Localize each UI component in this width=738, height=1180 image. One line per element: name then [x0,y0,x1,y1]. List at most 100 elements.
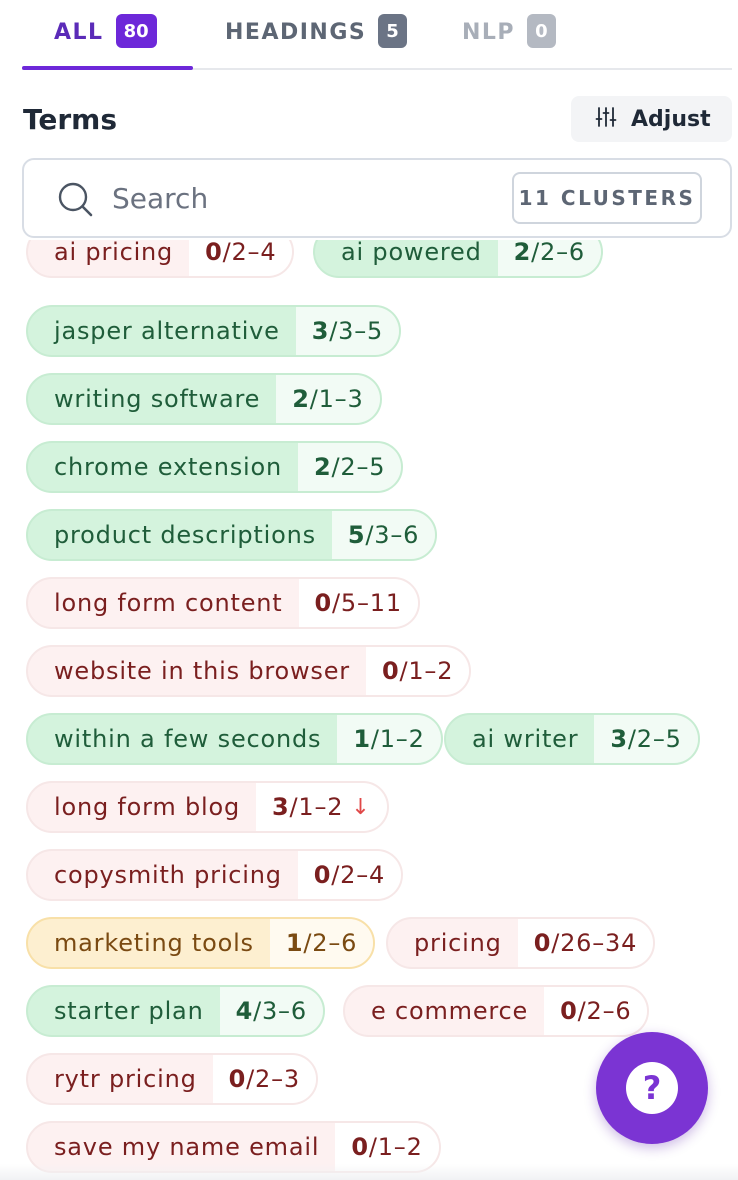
term-pill[interactable]: chrome extension 2/2–5 [26,441,404,493]
term-count: 3/1–2 ↓ [256,783,387,831]
term-name: ai pricing [54,240,174,266]
tab-headings[interactable]: HEADINGS 5 [225,14,407,68]
term-count: 3/2–5 [594,715,698,763]
term-pill[interactable]: ai powered 2/2–6 [313,240,603,278]
term-used: 1 [353,725,371,753]
term-count: 0/2–3 [212,1055,316,1103]
sliders-icon [595,106,617,132]
term-used: 3 [311,317,330,345]
term-used: 4 [235,997,254,1025]
term-count: 5/3–6 [331,511,436,559]
tab-all-count-badge: 80 [115,14,157,48]
term-name: marketing tools [54,929,254,957]
term-name: chrome extension [54,453,283,481]
term-range: /1–2 [368,1133,423,1161]
term-used: 0 [381,657,400,685]
term-pill[interactable]: website in this browser 0/1–2 [26,645,472,697]
question-icon: ? [626,1062,678,1114]
term-range: /5–11 [332,589,402,617]
term-pill[interactable]: product descriptions 5/3–6 [26,509,438,561]
term-count: 2/1–3 [276,375,380,423]
term-count: 0/5–11 [298,579,418,627]
term-name: long form blog [54,793,241,821]
term-range: /2–5 [627,725,682,753]
term-used: 2 [292,385,310,413]
term-count: 0/2–6 [544,987,648,1035]
term-used: 3 [610,725,628,753]
term-range: /1–2 [370,725,425,753]
arrow-down-icon: ↓ [351,794,371,820]
term-count: 0/1–2 [365,647,470,695]
active-tab-underline [22,66,193,70]
help-button[interactable]: ? [596,1032,708,1144]
term-used: 3 [272,793,290,821]
term-range: /2–5 [331,453,386,481]
term-range: /1–2 [399,657,454,685]
term-used: 0 [560,997,578,1025]
term-range: /3–5 [329,317,384,345]
term-range: /2–6 [577,997,632,1025]
tab-nlp-label: NLP [462,20,516,45]
term-used: 5 [347,521,366,549]
term-used: 2 [513,240,532,266]
term-count: 1/1–2 [337,715,441,763]
term-range: /2–3 [246,1065,300,1093]
scroll-fade [0,1164,738,1180]
term-name: long form content [54,589,283,617]
term-name: starter plan [54,997,204,1025]
search-box: 11 CLUSTERS [22,158,732,238]
term-used: 0 [351,1133,369,1161]
term-pill[interactable]: marketing tools 1/2–6 [26,917,376,969]
term-count: 2/2–5 [298,443,402,491]
term-count: 4/3–6 [219,987,323,1035]
tab-headings-count-badge: 5 [378,14,407,48]
term-used: 0 [313,861,332,889]
term-used: 0 [314,589,332,617]
term-name: pricing [414,929,502,957]
search-icon [56,180,96,224]
tab-all[interactable]: ALL 80 [22,14,193,68]
search-input[interactable] [112,174,502,222]
term-pill[interactable]: starter plan 4/3–6 [26,985,325,1037]
term-range: /1–2 [289,793,344,821]
term-count: 0/2–4 [189,240,293,276]
term-used: 0 [205,240,223,266]
term-range: /3–6 [365,521,420,549]
term-range: /26–34 [551,929,638,957]
term-pill[interactable]: ai writer 3/2–5 [444,713,700,765]
tab-bar: ALL 80 HEADINGS 5 NLP 0 [22,0,732,70]
term-name: product descriptions [54,521,316,549]
tab-headings-label: HEADINGS [225,20,367,45]
term-name: ai writer [472,725,579,753]
term-range: /2–6 [531,240,585,266]
term-range: /2–4 [331,861,386,889]
term-pill[interactable]: rytr pricing 0/2–3 [26,1053,318,1105]
term-name: rytr pricing [54,1065,197,1093]
term-pill[interactable]: long form blog 3/1–2 ↓ [26,781,389,833]
term-count: 3/3–5 [295,307,400,355]
tab-nlp[interactable]: NLP 0 [462,14,556,68]
term-pill[interactable]: copysmith pricing 0/2–4 [26,849,404,901]
term-count: 2/2–6 [497,240,601,276]
term-pill[interactable]: long form content 0/5–11 [26,577,420,629]
term-name: copysmith pricing [54,861,282,889]
term-used: 0 [228,1065,247,1093]
term-count: 0/26–34 [517,919,654,967]
term-name: e commerce [371,997,529,1025]
term-name: jasper alternative [54,317,280,345]
term-pill[interactable]: pricing 0/26–34 [386,917,656,969]
term-pill[interactable]: ai pricing 0/2–4 [26,240,295,278]
tab-nlp-count-badge: 0 [527,14,556,48]
adjust-button-label: Adjust [631,106,711,132]
term-range: /3–6 [253,997,307,1025]
term-pill[interactable]: e commerce 0/2–6 [343,985,650,1037]
term-pill[interactable]: within a few seconds 1/1–2 [26,713,443,765]
term-pill[interactable]: writing software 2/1–3 [26,373,382,425]
terms-title: Terms [23,103,118,136]
term-pill[interactable]: jasper alternative 3/3–5 [26,305,402,357]
adjust-button[interactable]: Adjust [571,96,732,142]
term-used: 1 [285,929,304,957]
clusters-button[interactable]: 11 CLUSTERS [512,172,702,224]
term-range: /2–4 [222,240,277,266]
term-name: ai powered [341,240,482,266]
